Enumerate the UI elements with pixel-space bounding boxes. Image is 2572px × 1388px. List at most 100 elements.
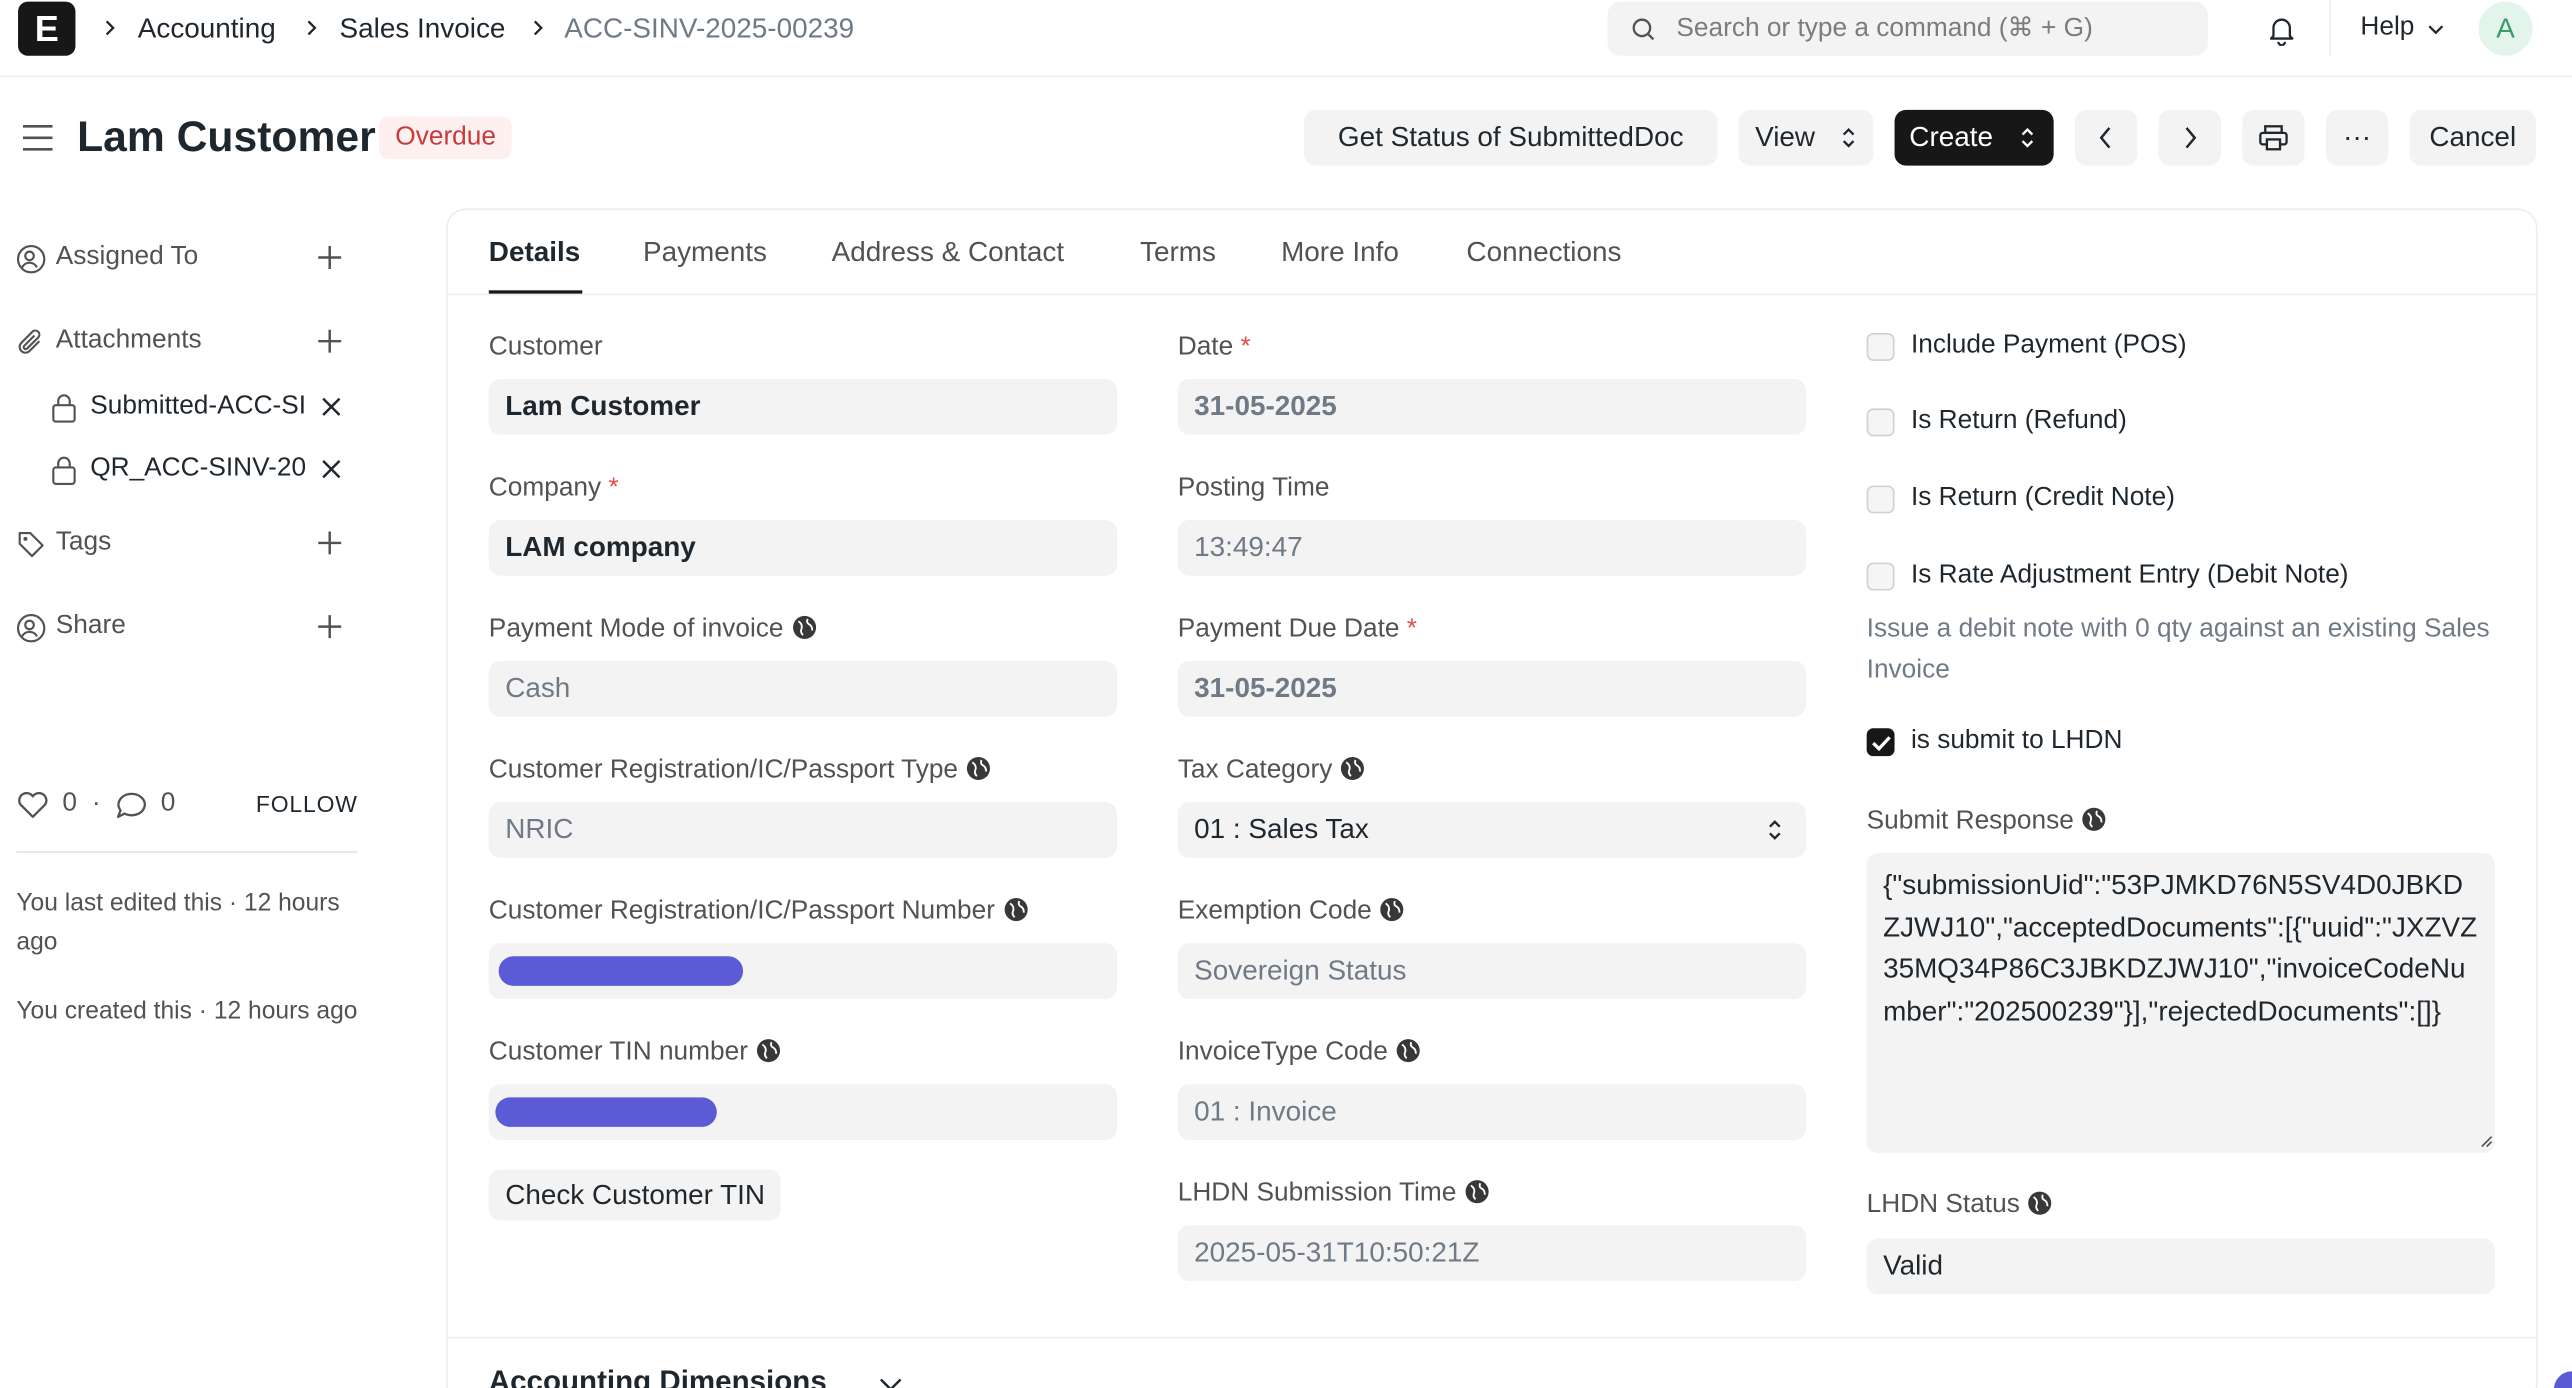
lock-icon (52, 394, 76, 423)
cancel-button[interactable]: Cancel (2409, 109, 2536, 166)
breadcrumb-accounting[interactable]: Accounting (138, 13, 276, 46)
section-divider (447, 1336, 2536, 1339)
include-payment-checkbox[interactable] (1866, 332, 1895, 361)
navbar: E Accounting Sales Invoice ACC-SINV-2025… (0, 0, 2572, 78)
chevron-right-icon (2185, 127, 2197, 149)
submit-response-label: Submit Response (1867, 807, 2107, 837)
check-customer-tin-button[interactable]: Check Customer TIN (488, 1169, 782, 1221)
page-title: Lam Customer (77, 111, 376, 161)
breadcrumb-sales-invoice[interactable]: Sales Invoice (340, 13, 506, 46)
sidebar-attachments[interactable]: Attachments (16, 323, 360, 362)
resize-handle-icon[interactable] (2477, 1132, 2493, 1148)
is-return-checkbox[interactable] (1866, 408, 1895, 437)
previous-doc-button[interactable] (2074, 109, 2138, 166)
comment-icon[interactable] (115, 791, 148, 821)
heart-icon[interactable] (16, 791, 49, 821)
add-assignee-plus-icon[interactable] (315, 243, 345, 273)
customer-label: Customer (488, 332, 603, 361)
exemption-code-label: Exemption Code (1178, 897, 1405, 927)
tax-category-label: Tax Category (1178, 756, 1365, 786)
updown-chevron-icon (2021, 127, 2034, 148)
include-payment-label: Include Payment (POS) (1910, 331, 2187, 360)
divider (16, 851, 358, 853)
search-bar[interactable] (1607, 1, 2208, 56)
attachment-name[interactable]: QR_ACC-SINV-2025-00239 (90, 454, 305, 484)
attachment-item[interactable]: QR_ACC-SINV-2025-00239 (51, 451, 341, 490)
invoice-type-label: InvoiceType Code (1178, 1038, 1421, 1068)
get-status-button[interactable]: Get Status of SubmittedDoc (1304, 109, 1718, 166)
print-button[interactable] (2242, 109, 2305, 166)
submit-to-lhdn-checkbox[interactable] (1866, 728, 1895, 757)
sidebar-tags[interactable]: Tags (16, 525, 360, 564)
notification-bell-icon[interactable] (2265, 13, 2298, 46)
remove-attachment-icon[interactable] (321, 397, 341, 417)
attachment-name[interactable]: Submitted-ACC-SINV-2025-00239 (90, 392, 305, 422)
search-input[interactable] (1676, 1, 2185, 56)
view-dropdown-button[interactable]: View (1738, 109, 1874, 166)
follow-button[interactable]: FOLLOW (256, 791, 358, 817)
comment-count: 0 (160, 788, 176, 817)
company-label: Company * (488, 474, 619, 502)
exemption-code-field[interactable]: Sovereign Status (1177, 943, 1806, 999)
app-logo[interactable]: E (18, 1, 76, 56)
reg-number-field[interactable] (488, 943, 1118, 999)
reg-type-field[interactable]: NRIC (488, 802, 1118, 858)
add-share-plus-icon[interactable] (315, 612, 345, 642)
posting-time-label: Posting Time (1177, 474, 1330, 502)
payment-mode-field[interactable]: Cash (488, 661, 1118, 717)
chevron-down-icon[interactable] (879, 1378, 902, 1388)
help-menu[interactable]: Help (2360, 13, 2414, 43)
remove-attachment-icon[interactable] (321, 459, 341, 479)
like-count: 0 (62, 788, 77, 817)
rate-adjustment-description: Issue a debit note with 0 qty against an… (1866, 615, 2490, 685)
tab-address-contact[interactable]: Address & Contact (832, 236, 1065, 269)
tab-terms[interactable]: Terms (1140, 236, 1216, 269)
payment-mode-label: Payment Mode of invoice (489, 615, 816, 645)
submit-response-textarea[interactable]: {"submissionUid":"53PJMKD76N5SV4D0JBKDZJ… (1866, 852, 2495, 1154)
tab-payments[interactable]: Payments (643, 236, 767, 269)
add-tag-plus-icon[interactable] (315, 528, 345, 558)
tag-icon (18, 532, 44, 558)
status-badge: Overdue (378, 116, 513, 160)
due-date-field[interactable]: 31-05-2025 (1177, 661, 1806, 717)
tax-category-select[interactable]: 01 : Sales Tax (1177, 802, 1806, 858)
chevron-down-icon (2428, 25, 2444, 35)
posting-time-field[interactable]: 13:49:47 (1177, 519, 1806, 576)
tab-details[interactable]: Details (489, 236, 580, 269)
due-date-label: Payment Due Date * (1177, 615, 1418, 643)
tin-label: Customer TIN number (489, 1038, 781, 1068)
rate-adjustment-checkbox[interactable] (1866, 562, 1895, 591)
paperclip-icon (18, 329, 41, 354)
tab-more-info[interactable]: More Info (1281, 236, 1399, 269)
is-return-credit-checkbox[interactable] (1866, 485, 1895, 514)
tin-field[interactable] (488, 1084, 1118, 1141)
customer-field[interactable]: Lam Customer (488, 378, 1118, 435)
sidebar-assigned-to[interactable]: Assigned To (16, 239, 360, 278)
next-doc-button[interactable] (2158, 109, 2221, 166)
globe-icon (1341, 756, 1365, 781)
lhdn-time-field[interactable]: 2025-05-31T10:50:21Z (1177, 1225, 1806, 1282)
chat-launcher-icon[interactable] (2553, 1371, 2572, 1388)
redacted-value (498, 956, 744, 986)
lhdn-status-field[interactable]: Valid (1866, 1238, 2495, 1295)
attachments-label: Attachments (55, 326, 202, 355)
user-avatar[interactable]: A (2478, 1, 2533, 56)
updown-chevron-icon (1842, 127, 1855, 148)
date-field[interactable]: 31-05-2025 (1177, 378, 1806, 435)
globe-icon (1465, 1180, 1489, 1204)
checkmark-icon (1872, 736, 1891, 752)
company-field[interactable]: LAM company (488, 519, 1118, 576)
created-text: You created this · 12 hours ago (16, 997, 358, 1026)
attachment-item[interactable]: Submitted-ACC-SINV-2025-00239 (51, 389, 341, 428)
breadcrumb-current-doc[interactable]: ACC-SINV-2025-00239 (564, 13, 854, 46)
invoice-type-field[interactable]: 01 : Invoice (1177, 1084, 1806, 1141)
tags-label: Tags (55, 528, 112, 557)
more-actions-button[interactable]: ··· (2325, 109, 2389, 166)
create-dropdown-button[interactable]: Create (1894, 109, 2054, 166)
hamburger-menu-icon[interactable] (21, 123, 54, 153)
accounting-dimensions-heading[interactable]: Accounting Dimensions (489, 1365, 827, 1388)
sidebar-share[interactable]: Share (16, 609, 360, 648)
add-attachment-plus-icon[interactable] (315, 326, 345, 356)
tab-connections[interactable]: Connections (1466, 236, 1621, 269)
globe-icon (756, 1039, 780, 1063)
